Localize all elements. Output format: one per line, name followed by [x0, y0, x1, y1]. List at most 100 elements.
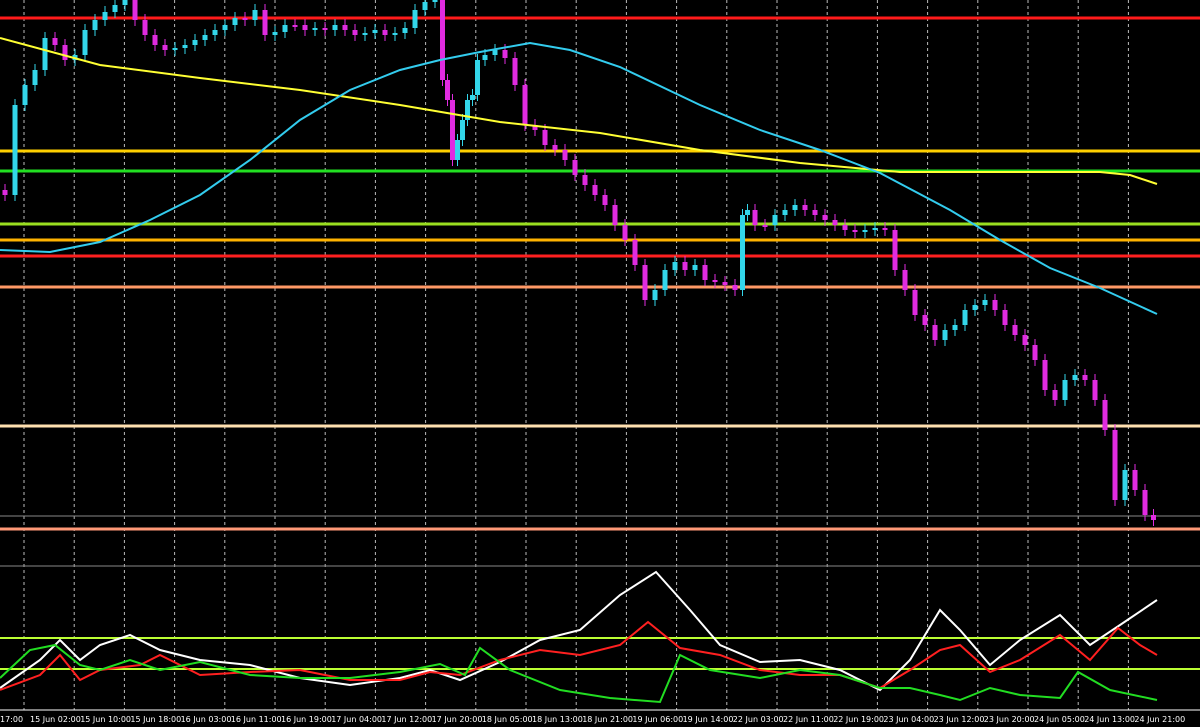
x-tick-label: 22 Jun 03:00 — [733, 715, 784, 724]
moving-average-line — [0, 37, 1158, 185]
candle-up — [792, 205, 798, 210]
x-tick-label: 24 Jun 13:00 — [1084, 715, 1135, 724]
candle-up — [202, 35, 208, 40]
candle-down — [1142, 490, 1148, 515]
candle-down — [342, 25, 348, 30]
candle-down — [1042, 360, 1048, 390]
x-tick-label: 23 Jun 20:00 — [984, 715, 1035, 724]
candle-down — [882, 228, 888, 230]
x-tick-label: 18 Jun 21:00 — [582, 715, 633, 724]
candle-up — [42, 38, 48, 70]
candle-down — [842, 225, 848, 230]
candle-up — [782, 210, 788, 215]
x-tick-label: 15 Jun 10:00 — [80, 715, 131, 724]
candle-down — [445, 80, 450, 100]
candle-up — [455, 140, 460, 160]
candle-down — [572, 160, 578, 175]
price-chart: 17:00 15 Jun 02:00 15 Jun 10:00 15 Jun 18:… — [0, 0, 1200, 724]
candle-down — [1012, 325, 1018, 335]
x-tick-label: 17 Jun 04:00 — [331, 715, 382, 724]
candle-down — [1132, 470, 1138, 490]
x-tick-label: 15 Jun 02:00 — [30, 715, 81, 724]
candle-down — [302, 25, 308, 30]
candle-down — [322, 28, 328, 30]
candle-up — [92, 20, 98, 30]
candle-up — [745, 210, 750, 215]
candle-up — [82, 30, 88, 55]
candle-down — [542, 130, 548, 145]
candle-down — [622, 225, 628, 240]
x-tick-label: 23 Jun 04:00 — [883, 715, 934, 724]
candle-up — [102, 12, 108, 20]
candle-up — [942, 330, 948, 340]
candle-up — [332, 25, 338, 30]
candle-down — [752, 210, 758, 225]
candle-down — [132, 0, 138, 20]
candle-down — [722, 282, 728, 285]
candle-down — [902, 270, 908, 290]
candle-down — [2, 190, 8, 195]
candle-up — [1072, 375, 1078, 380]
candle-down — [642, 265, 648, 300]
candle-up — [22, 85, 28, 105]
candle-up — [12, 105, 18, 195]
x-axis-labels: 15 Jun 02:00 15 Jun 10:00 15 Jun 18:00 16 J… — [30, 715, 1185, 724]
candle-down — [1102, 400, 1108, 430]
x-tick-label: 24 Jun 05:00 — [1034, 715, 1085, 724]
candle-up — [372, 30, 378, 33]
candle-up — [962, 310, 968, 325]
candle-up — [112, 5, 118, 12]
candle-up — [392, 33, 398, 35]
x-tick-label: 22 Jun 11:00 — [783, 715, 834, 724]
candle-up — [422, 2, 428, 10]
candle-down — [922, 315, 928, 325]
candle-down — [712, 280, 718, 282]
x-tick-label: 17:00 — [0, 715, 23, 724]
x-tick-label: 18 Jun 13:00 — [532, 715, 583, 724]
candle-up — [412, 10, 418, 28]
candle-down — [450, 100, 455, 160]
candle-down — [632, 240, 638, 265]
candle-down — [1112, 430, 1118, 500]
x-tick-label: 23 Jun 12:00 — [934, 715, 985, 724]
x-tick-label: 18 Jun 05:00 — [482, 715, 533, 724]
indicator-line — [0, 570, 1158, 692]
moving-average-line — [0, 41, 1158, 315]
candle-down — [352, 30, 358, 35]
candle-up — [172, 48, 178, 50]
candle-down — [262, 10, 268, 35]
horizontal-levels — [0, 16, 1200, 531]
candle-down — [552, 145, 558, 150]
candle-up — [192, 40, 198, 45]
candle-up — [1122, 470, 1128, 500]
candle-down — [732, 285, 738, 290]
candle-up — [212, 30, 218, 35]
candle-down — [602, 195, 608, 205]
candle-up — [652, 290, 658, 300]
candle-up — [982, 300, 988, 305]
candle-up — [772, 215, 778, 225]
candle-down — [522, 85, 528, 125]
candle-down — [762, 225, 768, 227]
candle-up — [432, 0, 438, 2]
candle-down — [802, 205, 808, 210]
candle-up — [740, 215, 745, 290]
candle-up — [475, 60, 480, 95]
candle-down — [912, 290, 918, 315]
candle-down — [1082, 375, 1088, 380]
candle-down — [152, 35, 158, 45]
candle-down — [382, 30, 388, 35]
x-tick-label: 16 Jun 19:00 — [281, 715, 332, 724]
candle-down — [1052, 390, 1058, 400]
candle-up — [972, 305, 978, 310]
candle-down — [892, 230, 898, 270]
candle-down — [582, 175, 588, 185]
candle-up — [282, 25, 288, 32]
candle-up — [952, 325, 958, 330]
candle-down — [162, 45, 168, 50]
x-tick-label: 16 Jun 11:00 — [231, 715, 282, 724]
candle-down — [62, 45, 68, 60]
candle-up — [872, 228, 878, 230]
candle-down — [1002, 310, 1008, 325]
candle-down — [612, 205, 618, 225]
